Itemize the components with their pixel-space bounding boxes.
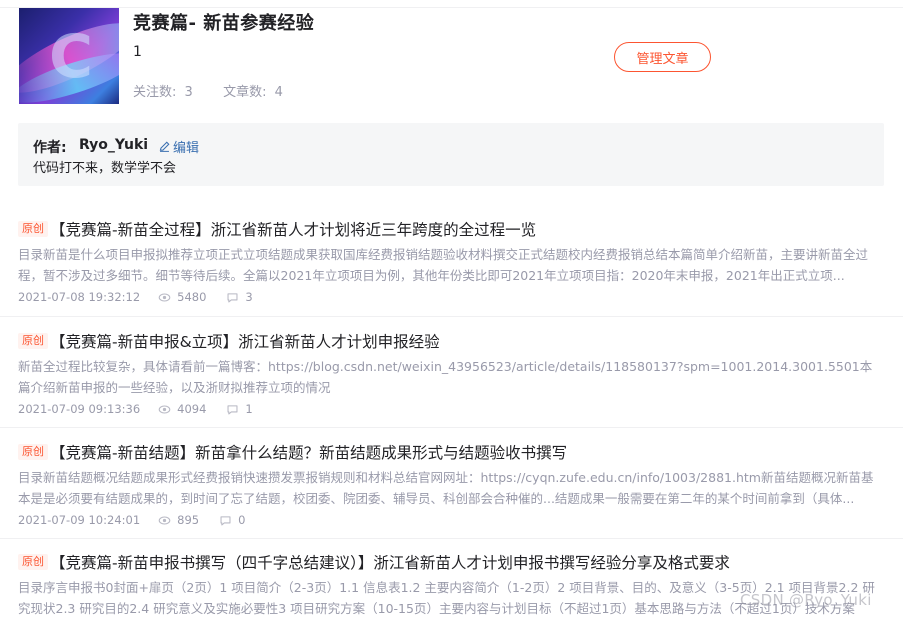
column-description: 1	[133, 44, 142, 60]
csdn-watermark: CSDN @Ryo_Yuki	[740, 591, 872, 609]
article-meta: 2021-07-09 09:13:36 4094 1	[18, 402, 273, 416]
articles-count: 4	[274, 85, 283, 100]
article-summary[interactable]: 目录新苗是什么项目申报拟推荐立项正式立项结题成果获取国库经费报销结题验收材料撰交…	[18, 244, 884, 286]
article-date: 2021-07-09 10:24:01	[18, 513, 141, 527]
article-summary[interactable]: 目录新苗结题概况结题成果形式经费报销快速攒发票报销规则和材料总结官网网址：htt…	[18, 467, 884, 509]
article-summary[interactable]: 新苗全过程比较复杂，具体请看前一篇博客：https://blog.csdn.ne…	[18, 356, 884, 398]
article-meta: 2021-07-08 19:32:12 5480 3	[18, 290, 273, 304]
comment-icon	[227, 404, 238, 414]
article-title[interactable]: 【竞赛篇-新苗申报&立项】浙江省新苗人才计划申报经验	[50, 330, 440, 352]
article-title[interactable]: 【竞赛篇-新苗全过程】浙江省新苗人才计划将近三年跨度的全过程一览	[50, 218, 536, 240]
top-bar	[0, 0, 903, 8]
column-stats: 关注数: 3 文章数: 4	[133, 81, 287, 100]
comment-count: 1	[245, 402, 253, 416]
author-label: 作者:	[33, 140, 67, 156]
comment-count: 3	[245, 290, 253, 304]
view-count: 895	[177, 513, 200, 527]
followers-label: 关注数:	[133, 85, 177, 100]
original-badge: 原创	[18, 444, 48, 460]
original-badge: 原创	[18, 221, 48, 237]
followers-count: 3	[184, 85, 193, 100]
eye-icon	[158, 404, 171, 414]
original-badge: 原创	[18, 333, 48, 349]
article-title[interactable]: 【竞赛篇-新苗申报书撰写（四千字总结建议）】浙江省新苗人才计划申报书撰写经验分享…	[50, 551, 730, 573]
article-title[interactable]: 【竞赛篇-新苗结题】新苗拿什么结题？新苗结题成果形式与结题验收书撰写	[50, 441, 567, 463]
eye-icon	[158, 292, 171, 302]
edit-button[interactable]: 编辑	[158, 137, 199, 156]
divider	[0, 538, 903, 539]
column-header: C 竞赛篇- 新苗参赛经验 1 关注数: 3 文章数: 4 管理文章	[18, 8, 884, 108]
comment-icon	[220, 515, 231, 525]
author-intro: 代码打不来，数学学不会	[33, 161, 177, 176]
divider	[0, 427, 903, 428]
column-title: 竞赛篇- 新苗参赛经验	[133, 13, 315, 34]
pencil-icon	[159, 141, 170, 152]
article-meta: 2021-07-09 10:24:01 895 0	[18, 513, 265, 527]
articles-label: 文章数:	[223, 85, 267, 100]
column-cover-image: C	[19, 8, 119, 104]
author-name[interactable]: Ryo_Yuki	[79, 137, 148, 153]
original-badge: 原创	[18, 554, 48, 570]
divider	[0, 316, 903, 317]
manage-articles-button[interactable]: 管理文章	[614, 42, 711, 72]
cover-letter: C	[49, 22, 94, 92]
view-count: 5480	[177, 290, 207, 304]
author-panel: 作者: Ryo_Yuki 编辑 代码打不来，数学学不会	[18, 123, 884, 186]
article-date: 2021-07-09 09:13:36	[18, 402, 141, 416]
eye-icon	[158, 515, 171, 525]
edit-label: 编辑	[173, 141, 200, 156]
view-count: 4094	[177, 402, 207, 416]
comment-count: 0	[238, 513, 246, 527]
comment-icon	[227, 292, 238, 302]
article-date: 2021-07-08 19:32:12	[18, 290, 141, 304]
